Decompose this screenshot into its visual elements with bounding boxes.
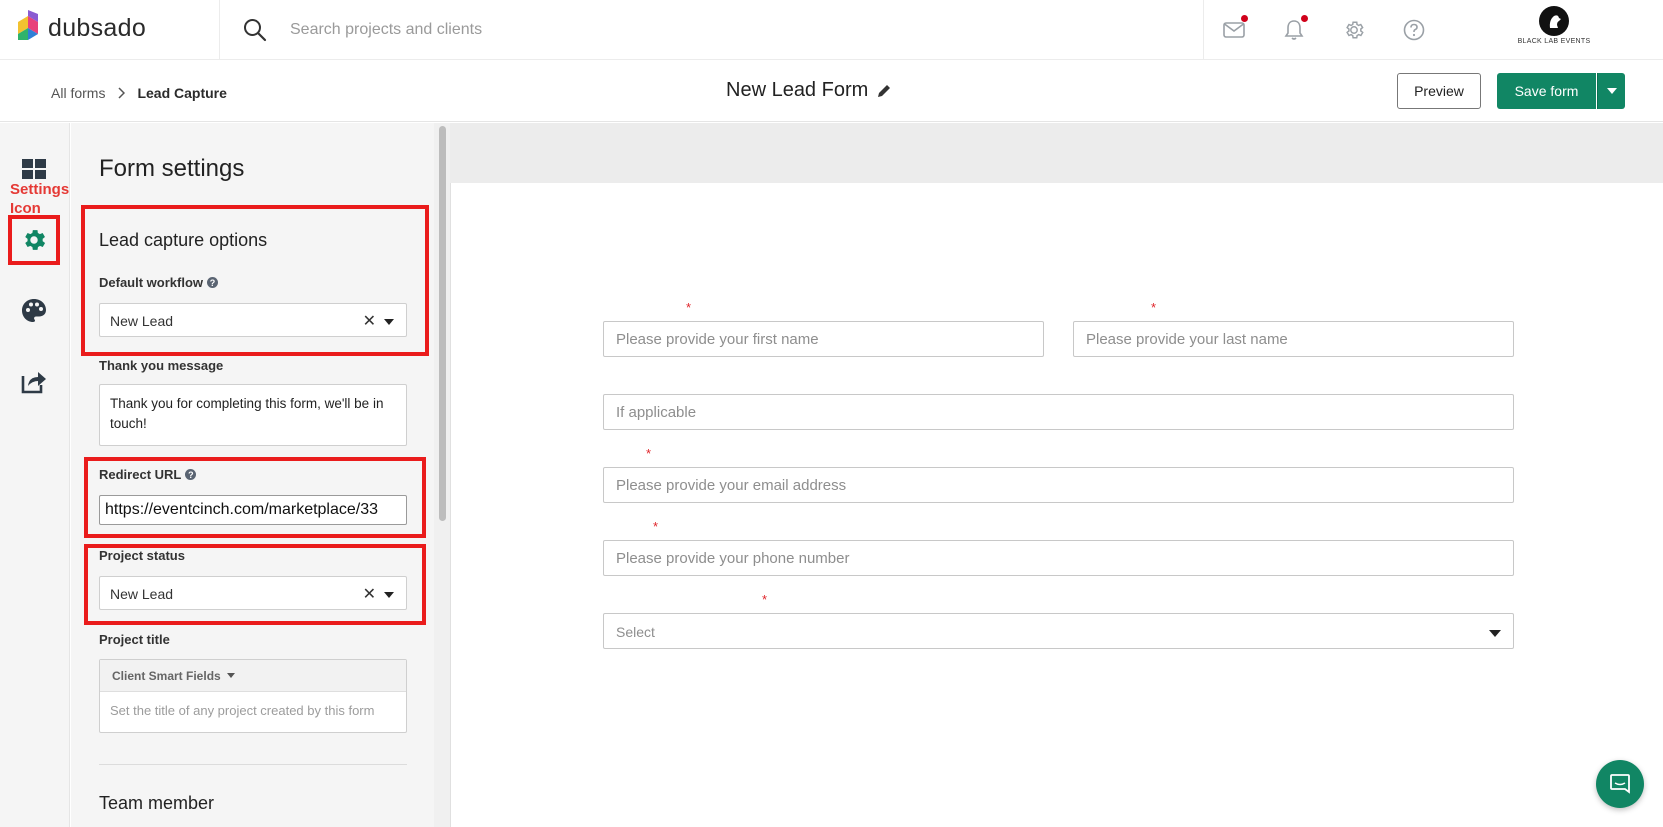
divider bbox=[219, 0, 220, 60]
caret-down-icon bbox=[1606, 88, 1617, 94]
team-member-title: Team member bbox=[99, 793, 215, 813]
breadcrumb-current: Lead Capture bbox=[137, 85, 227, 101]
client-smart-fields-dropdown[interactable]: Client Smart Fields bbox=[100, 660, 406, 692]
dubsado-logo[interactable]: dubsado bbox=[16, 10, 146, 46]
settings-icon-annotation: Settings Icon bbox=[10, 181, 70, 217]
envelope-icon bbox=[1223, 22, 1245, 38]
company-input[interactable] bbox=[603, 394, 1514, 430]
annotation-box-settings-icon bbox=[8, 215, 60, 265]
annotation-box-project-status bbox=[84, 544, 426, 625]
chat-icon bbox=[1610, 774, 1630, 794]
dog-icon bbox=[1549, 15, 1561, 28]
required-mark: * bbox=[686, 300, 692, 315]
project-title-input[interactable]: Set the title of any project created by … bbox=[100, 692, 406, 729]
scrollbar-thumb[interactable] bbox=[439, 126, 446, 521]
required-mark: * bbox=[646, 446, 652, 461]
project-title-label-text: Project title bbox=[99, 632, 170, 647]
help-button[interactable] bbox=[1400, 16, 1428, 44]
thank-you-textarea[interactable]: Thank you for completing this form, we'l… bbox=[99, 384, 407, 446]
inbox-button[interactable] bbox=[1220, 15, 1248, 44]
save-form-button[interactable]: Save form bbox=[1497, 73, 1596, 109]
form-title[interactable]: New Lead Form bbox=[726, 79, 892, 102]
search-icon[interactable] bbox=[242, 17, 268, 43]
form-header: All forms Lead Capture New Lead Form Pre… bbox=[0, 60, 1663, 122]
form-canvas-header bbox=[450, 123, 1663, 183]
share-icon[interactable] bbox=[20, 367, 48, 395]
select-value: Select bbox=[616, 624, 655, 640]
thank-you-label-text: Thank you message bbox=[99, 358, 224, 373]
annotation-box-lead-capture bbox=[81, 205, 429, 356]
gear-icon bbox=[1346, 21, 1364, 39]
divider bbox=[99, 764, 407, 765]
client-smart-fields-label: Client Smart Fields bbox=[112, 668, 221, 683]
dubsado-logo-icon bbox=[18, 10, 38, 40]
pencil-icon[interactable] bbox=[876, 83, 892, 99]
notification-dot bbox=[1301, 15, 1308, 22]
caret-down-icon bbox=[1489, 630, 1501, 637]
question-icon bbox=[1403, 19, 1425, 41]
required-mark: * bbox=[1151, 300, 1157, 315]
breadcrumb-all-forms[interactable]: All forms bbox=[51, 85, 105, 101]
save-options-button[interactable] bbox=[1597, 73, 1625, 109]
form-title-text: New Lead Form bbox=[726, 79, 869, 101]
form-canvas: * * * * * Select bbox=[450, 183, 1663, 827]
caret-down-icon bbox=[226, 673, 235, 678]
select-field[interactable]: Select bbox=[603, 613, 1514, 649]
palette-icon[interactable] bbox=[20, 297, 48, 325]
preview-button[interactable]: Preview bbox=[1397, 73, 1481, 109]
notifications-button[interactable] bbox=[1280, 15, 1308, 44]
brand-logo bbox=[1539, 6, 1569, 36]
breadcrumb: All forms Lead Capture bbox=[51, 85, 227, 101]
search-input[interactable] bbox=[290, 16, 850, 44]
brand-name: BLACK LAB EVENTS bbox=[1517, 38, 1591, 45]
divider bbox=[1203, 0, 1204, 60]
annotation-box-redirect-url bbox=[84, 457, 426, 538]
logo-text: dubsado bbox=[48, 13, 147, 42]
required-mark: * bbox=[762, 592, 768, 607]
chat-button[interactable] bbox=[1596, 760, 1644, 808]
panel-scrollbar[interactable] bbox=[434, 123, 450, 827]
account-avatar[interactable]: BLACK LAB EVENTS bbox=[1517, 6, 1591, 52]
top-bar: dubsado Search projects and clients BLAC… bbox=[0, 0, 1663, 60]
first-name-input[interactable] bbox=[603, 321, 1044, 357]
project-title-editor: Client Smart Fields Set the title of any… bbox=[99, 659, 407, 733]
settings-button[interactable] bbox=[1340, 16, 1368, 44]
chevron-right-icon bbox=[118, 87, 126, 99]
bell-icon bbox=[1284, 20, 1304, 40]
phone-input[interactable] bbox=[603, 540, 1514, 576]
project-title-label: Project title bbox=[99, 632, 170, 647]
thank-you-label: Thank you message bbox=[99, 358, 223, 373]
last-name-input[interactable] bbox=[1073, 321, 1514, 357]
notification-dot bbox=[1241, 15, 1248, 22]
email-input[interactable] bbox=[603, 467, 1514, 503]
panel-title: Form settings bbox=[99, 155, 245, 182]
required-mark: * bbox=[653, 519, 659, 534]
